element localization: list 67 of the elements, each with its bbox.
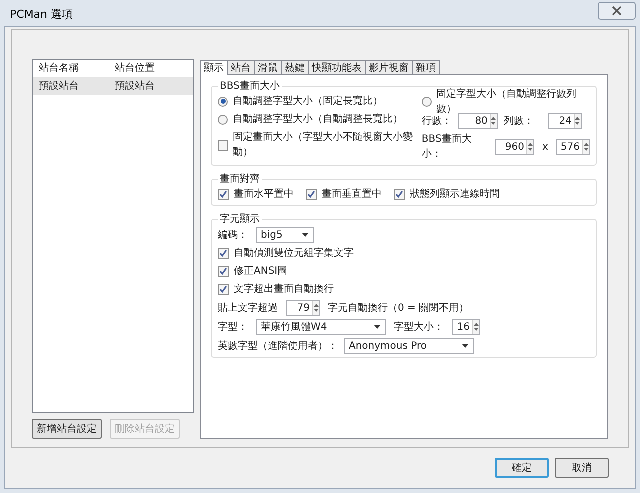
option-label: 固定字型大小（自動調整行數列數） (436, 88, 578, 116)
checkbox-label: 修正ANSI圖 (234, 265, 288, 279)
spin-field[interactable]: 79 (286, 300, 320, 316)
dialog-button[interactable]: 確定 (495, 458, 549, 478)
checkbox[interactable] (218, 189, 229, 200)
field-label: 字元自動換行（0 = 關閉不用） (328, 302, 470, 316)
option-label: 自動調整字型大小（自動調整長寬比） (233, 112, 403, 127)
tab[interactable]: 雜項 (412, 60, 440, 74)
spin-field[interactable]: 960 (494, 139, 534, 155)
group-title: BBS畫面大小 (219, 80, 281, 94)
dropdown-arrow-icon (462, 344, 469, 348)
checkbox-label: 固定畫面大小（字型大小不隨視窗大小變動） (233, 130, 414, 160)
field-label: 貼上文字超過 (218, 302, 278, 316)
field-label: 列數： (504, 114, 535, 128)
spinner-arrows-icon[interactable] (472, 320, 479, 334)
checkbox-label: 狀態列顯示連線時間 (410, 188, 500, 202)
checkbox[interactable] (306, 189, 317, 200)
tab[interactable]: 熱鍵 (281, 60, 309, 74)
field-label: 英數字型（進階使用者）： (218, 340, 338, 354)
dialog-button[interactable]: 取消 (555, 458, 609, 478)
tab[interactable]: 站台 (227, 60, 255, 74)
checkbox[interactable] (218, 284, 229, 295)
dropdown[interactable]: 華康竹風體W4 (256, 319, 386, 335)
field-label: 編碼： (218, 228, 248, 242)
tab[interactable]: 快顯功能表 (308, 60, 366, 74)
dropdown-arrow-icon (302, 233, 309, 237)
tab[interactable]: 顯示 (200, 60, 228, 75)
spin-field[interactable]: 80 (458, 113, 498, 129)
window-title: PCMan 選項 (10, 6, 74, 23)
spinner-arrows-icon[interactable] (582, 140, 589, 154)
checkbox-label: 自動偵測雙位元組字集文字 (234, 246, 354, 261)
list-row[interactable]: 預設站台 預設站台 (33, 78, 193, 95)
spinner-arrows-icon[interactable] (312, 301, 319, 315)
group-title: 畫面對齊 (219, 172, 261, 187)
checkbox-label: 畫面垂直置中 (322, 188, 382, 202)
checkbox[interactable] (218, 266, 229, 277)
close-button[interactable] (598, 2, 636, 20)
checkbox[interactable] (218, 248, 229, 259)
site-button[interactable]: 新增站台設定 (32, 419, 102, 439)
times-sign: x (541, 140, 550, 154)
checkbox-label: 畫面水平置中 (234, 188, 294, 202)
dropdown[interactable]: big5 (256, 227, 314, 243)
field-label: 字型大小： (394, 320, 444, 334)
checkbox[interactable] (218, 140, 228, 150)
close-icon (612, 6, 622, 16)
spinner-arrows-icon[interactable] (526, 140, 534, 154)
spin-field[interactable]: 24 (548, 113, 582, 129)
spinner-arrows-icon[interactable] (490, 114, 497, 128)
group-title: 字元顯示 (219, 212, 261, 227)
tab[interactable]: 滑鼠 (254, 60, 282, 74)
field-label: 字型： (218, 320, 248, 334)
radio-button[interactable] (218, 96, 228, 106)
column-header[interactable]: 站台位置 (109, 61, 185, 76)
tab[interactable]: 影片視窗 (365, 60, 413, 74)
spin-field[interactable]: 16 (452, 319, 480, 335)
field-label: BBS畫面大小： (422, 132, 473, 162)
column-header[interactable]: 站台名稱 (33, 61, 109, 76)
field-label: 行數： (422, 114, 452, 128)
dropdown-arrow-icon (374, 325, 381, 329)
radio-button[interactable] (218, 114, 228, 124)
spin-field[interactable]: 576 (556, 139, 590, 155)
spinner-arrows-icon[interactable] (574, 114, 581, 128)
dropdown[interactable]: Anonymous Pro (344, 338, 474, 354)
checkbox-label: 文字超出畫面自動換行 (234, 282, 334, 297)
checkbox[interactable] (394, 189, 405, 200)
option-label: 自動調整字型大小（固定長寬比） (233, 94, 383, 109)
radio-button[interactable] (422, 97, 432, 107)
